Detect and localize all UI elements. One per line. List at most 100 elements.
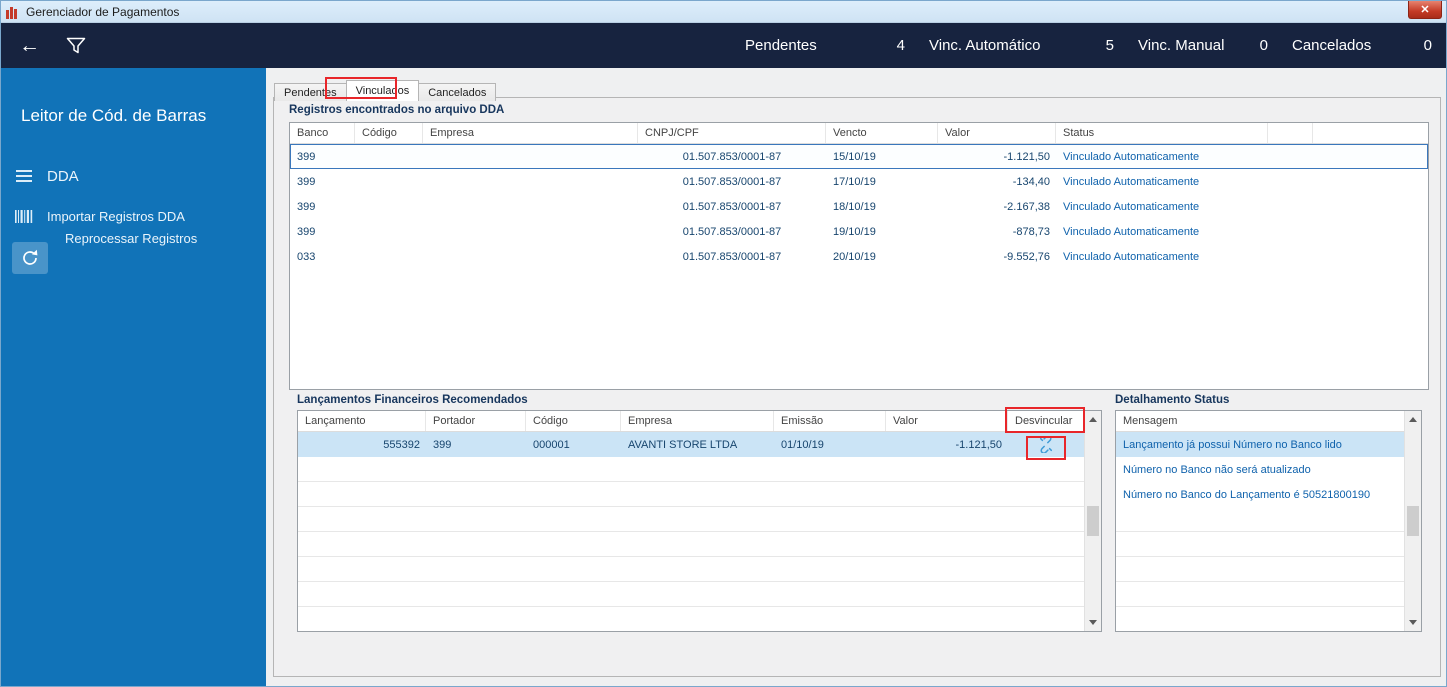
column-header-codigo[interactable]: Código <box>526 411 621 431</box>
table-row[interactable]: 399 01.507.853/0001-87 18/10/19 -2.167,3… <box>290 194 1428 219</box>
column-header-mensagem[interactable]: Mensagem <box>1116 411 1404 431</box>
table-row[interactable]: 399 01.507.853/0001-87 15/10/19 -1.121,5… <box>290 144 1428 169</box>
refresh-icon[interactable] <box>12 242 48 274</box>
cell-empresa: AVANTI STORE LTDA <box>628 438 738 451</box>
scroll-down-button[interactable] <box>1405 614 1421 631</box>
scrollbar-thumb[interactable] <box>1407 506 1419 536</box>
dda-records-title: Registros encontrados no arquivo DDA <box>289 104 505 116</box>
cell-banco: 399 <box>297 150 316 163</box>
counter-pendentes[interactable]: Pendentes 4 <box>745 37 905 54</box>
counter-vinc-automatico[interactable]: Vinc. Automático 5 <box>929 37 1114 54</box>
column-header-desvincular[interactable]: Desvincular <box>1008 411 1084 431</box>
column-header-lancamento[interactable]: Lançamento <box>298 411 426 431</box>
cell-banco: 033 <box>297 250 316 263</box>
table-row[interactable]: 399 01.507.853/0001-87 19/10/19 -878,73 … <box>290 219 1428 244</box>
list-item[interactable]: Número no Banco não será atualizado <box>1116 457 1404 482</box>
back-arrow-icon[interactable]: ← <box>19 35 40 56</box>
filter-icon[interactable] <box>66 37 86 55</box>
sidebar-item-dda[interactable]: DDA <box>1 156 266 196</box>
dda-records-table: Banco Código Empresa CNPJ/CPF Vencto Val… <box>289 122 1429 390</box>
cell-status: Vinculado Automaticamente <box>1063 175 1200 188</box>
column-header-status[interactable]: Status <box>1056 123 1268 143</box>
tab-cancelados[interactable]: Cancelados <box>418 83 497 101</box>
cell-emissao: 01/10/19 <box>781 438 824 451</box>
status-detail-list: Mensagem Lançamento já possui Número no … <box>1115 410 1422 632</box>
column-header-cnpj-cpf[interactable]: CNPJ/CPF <box>638 123 826 143</box>
counter-label: Vinc. Automático <box>929 37 1041 54</box>
sidebar-title: Leitor de Cód. de Barras <box>21 106 207 125</box>
column-header-banco[interactable]: Banco <box>290 123 355 143</box>
top-toolbar: ← Pendentes 4 Vinc. Automático 5 Vinc. M… <box>1 23 1446 68</box>
unlink-icon[interactable] <box>1037 436 1055 453</box>
message-text: Número no Banco não será atualizado <box>1123 463 1311 476</box>
cell-status: Vinculado Automaticamente <box>1063 200 1200 213</box>
cell-cnpj: 01.507.853/0001-87 <box>682 150 782 163</box>
column-header-empresa[interactable]: Empresa <box>621 411 774 431</box>
column-header-empresa[interactable]: Empresa <box>423 123 638 143</box>
empty-rows-area <box>290 269 1428 389</box>
vertical-scrollbar[interactable] <box>1404 411 1421 631</box>
vertical-scrollbar[interactable] <box>1084 411 1101 631</box>
close-button[interactable]: ✕ <box>1408 1 1442 19</box>
cell-valor: -1.121,50 <box>1003 150 1050 163</box>
table-row[interactable]: 033 01.507.853/0001-87 20/10/19 -9.552,7… <box>290 244 1428 269</box>
column-header-blank <box>1313 123 1428 143</box>
cell-banco: 399 <box>297 225 316 238</box>
menu-icon <box>1 170 47 182</box>
column-header-valor[interactable]: Valor <box>938 123 1056 143</box>
cell-vencto: 18/10/19 <box>833 200 876 213</box>
sidebar-item-label: Importar Registros DDA <box>47 208 185 224</box>
tab-vinculados[interactable]: Vinculados <box>345 80 420 101</box>
cell-desvincular <box>1008 436 1084 453</box>
title-bar: Gerenciador de Pagamentos ✕ <box>1 1 1446 23</box>
empty-rows-area <box>1116 507 1404 631</box>
vinculados-tab-panel: Registros encontrados no arquivo DDA Ban… <box>273 97 1441 677</box>
scrollbar-track[interactable] <box>1405 428 1421 614</box>
counter-vinc-manual[interactable]: Vinc. Manual 0 <box>1138 37 1268 54</box>
lancamentos-table: Lançamento Portador Código Empresa Emiss… <box>297 410 1102 632</box>
counter-value: 0 <box>1423 37 1432 54</box>
cell-status: Vinculado Automaticamente <box>1063 250 1200 263</box>
column-header-valor[interactable]: Valor <box>886 411 1008 431</box>
column-header-indicator[interactable] <box>1268 123 1313 143</box>
cell-vencto: 15/10/19 <box>833 150 876 163</box>
counter-label: Vinc. Manual <box>1138 37 1225 54</box>
column-header-vencto[interactable]: Vencto <box>826 123 938 143</box>
status-detail-title: Detalhamento Status <box>1115 394 1230 406</box>
cell-cnpj: 01.507.853/0001-87 <box>682 175 782 188</box>
status-counters: Pendentes 4 Vinc. Automático 5 Vinc. Man… <box>745 23 1432 68</box>
table-row[interactable]: 399 01.507.853/0001-87 17/10/19 -134,40 … <box>290 169 1428 194</box>
tab-pendentes[interactable]: Pendentes <box>274 83 347 101</box>
cell-vencto: 19/10/19 <box>833 225 876 238</box>
counter-cancelados[interactable]: Cancelados 0 <box>1292 37 1432 54</box>
table-header: Banco Código Empresa CNPJ/CPF Vencto Val… <box>290 123 1428 144</box>
column-header-portador[interactable]: Portador <box>426 411 526 431</box>
cell-cnpj: 01.507.853/0001-87 <box>682 225 782 238</box>
sidebar-item-label: Reprocessar Registros <box>65 230 198 246</box>
cell-lancamento: 555392 <box>383 438 420 451</box>
message-text: Lançamento já possui Número no Banco lid… <box>1123 438 1342 451</box>
cell-banco: 399 <box>297 200 316 213</box>
app-icon <box>6 5 21 19</box>
empty-rows-area <box>298 457 1084 631</box>
table-header: Lançamento Portador Código Empresa Emiss… <box>298 411 1084 432</box>
cell-banco: 399 <box>297 175 316 188</box>
cell-cnpj: 01.507.853/0001-87 <box>682 200 782 213</box>
scroll-up-button[interactable] <box>1085 411 1101 428</box>
scrollbar-track[interactable] <box>1085 428 1101 614</box>
sidebar: Leitor de Cód. de Barras DDA Importar Re… <box>1 68 266 686</box>
cell-vencto: 20/10/19 <box>833 250 876 263</box>
scroll-up-button[interactable] <box>1405 411 1421 428</box>
counter-value: 0 <box>1259 37 1268 54</box>
barcode-icon <box>1 209 47 224</box>
lancamentos-title: Lançamentos Financeiros Recomendados <box>297 394 528 406</box>
cell-valor: -1.121,50 <box>955 438 1002 451</box>
scroll-down-button[interactable] <box>1085 614 1101 631</box>
column-header-codigo[interactable]: Código <box>355 123 423 143</box>
scrollbar-thumb[interactable] <box>1087 506 1099 536</box>
list-item[interactable]: Lançamento já possui Número no Banco lid… <box>1116 432 1404 457</box>
table-row[interactable]: 555392 399 000001 AVANTI STORE LTDA 01/1… <box>298 432 1084 457</box>
list-item[interactable]: Número no Banco do Lançamento é 50521800… <box>1116 482 1404 507</box>
main-content: Pendentes Vinculados Cancelados Registro… <box>266 68 1446 686</box>
column-header-emissao[interactable]: Emissão <box>774 411 886 431</box>
